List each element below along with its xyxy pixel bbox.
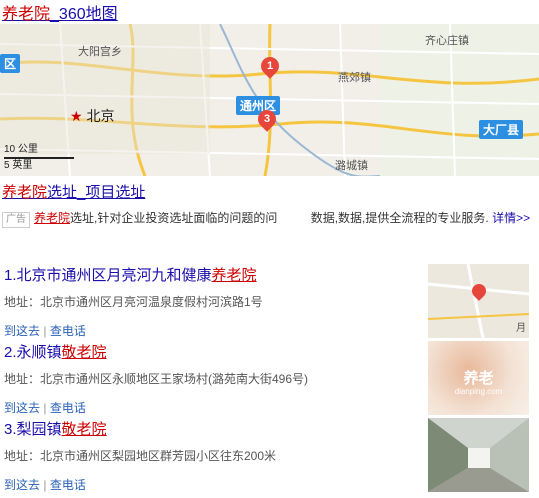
ad-title-link[interactable]: 养老院选址_项目选址 xyxy=(2,181,532,202)
result-thumbnail-map[interactable]: 月 xyxy=(428,264,529,338)
map-district-badge-left: 区 xyxy=(0,54,21,73)
map-label-luchengzhen: 潞城镇 xyxy=(335,160,368,172)
map-label-beijing: ★ 北京 xyxy=(70,108,115,124)
directions-link[interactable]: 到这去 xyxy=(4,324,40,338)
call-link[interactable]: 查电话 xyxy=(50,478,86,492)
title-suffix: _360地图 xyxy=(50,6,118,23)
map-scale: 10 公里 5 英里 xyxy=(4,144,74,172)
result-item: 1.北京市通州区月亮河九和健康养老院 地址：北京市通州区月亮河温泉度假村河滨路1… xyxy=(4,264,529,344)
ad-description: 广告 养老院选址,针对企业投资选址面临的问题的问 数据,数据,提供全流程的专业服务… xyxy=(2,208,532,228)
call-link[interactable]: 查电话 xyxy=(50,324,86,338)
map-label-daxing: 大阳宫乡 xyxy=(78,46,122,58)
result-item: 3.梨园镇敬老院 地址：北京市通州区梨园地区群芳园小区往东200米 到这去 | … xyxy=(4,418,529,498)
ad-block: 养老院选址_项目选址 广告 养老院选址,针对企业投资选址面临的问题的问 数据,数据… xyxy=(2,181,532,228)
map-pin-icon[interactable]: 3 xyxy=(254,106,280,132)
result-thumbnail-hallway[interactable] xyxy=(428,418,529,492)
map-label-qixinzhuang: 齐心庄镇 xyxy=(425,35,469,47)
map-label-yanjiao: 燕郊镇 xyxy=(338,72,371,84)
map-pin-icon[interactable]: 1 xyxy=(257,53,283,79)
result-thumbnail-photo[interactable]: 养老 dianping.com xyxy=(428,341,529,415)
call-link[interactable]: 查电话 xyxy=(50,401,86,415)
title-highlight: 养老院 xyxy=(2,6,51,23)
directions-link[interactable]: 到这去 xyxy=(4,401,40,415)
search-result-title-360map[interactable]: 养老院_360地图 xyxy=(2,0,118,24)
ad-details-link[interactable]: 详情>> xyxy=(492,211,530,225)
map-district-badge-dachang: 大厂县 xyxy=(479,120,524,139)
ad-tag: 广告 xyxy=(2,212,30,228)
directions-link[interactable]: 到这去 xyxy=(4,478,40,492)
result-item: 2.永顺镇敬老院 地址：北京市通州区永顺地区王家场村(潞苑南大街496号) 到这… xyxy=(4,341,529,421)
map-thumbnail[interactable]: 大阳宫乡 区 ★ 北京 齐心庄镇 燕郊镇 通州区 大厂县 潞城镇 1 3 10 … xyxy=(0,24,539,176)
